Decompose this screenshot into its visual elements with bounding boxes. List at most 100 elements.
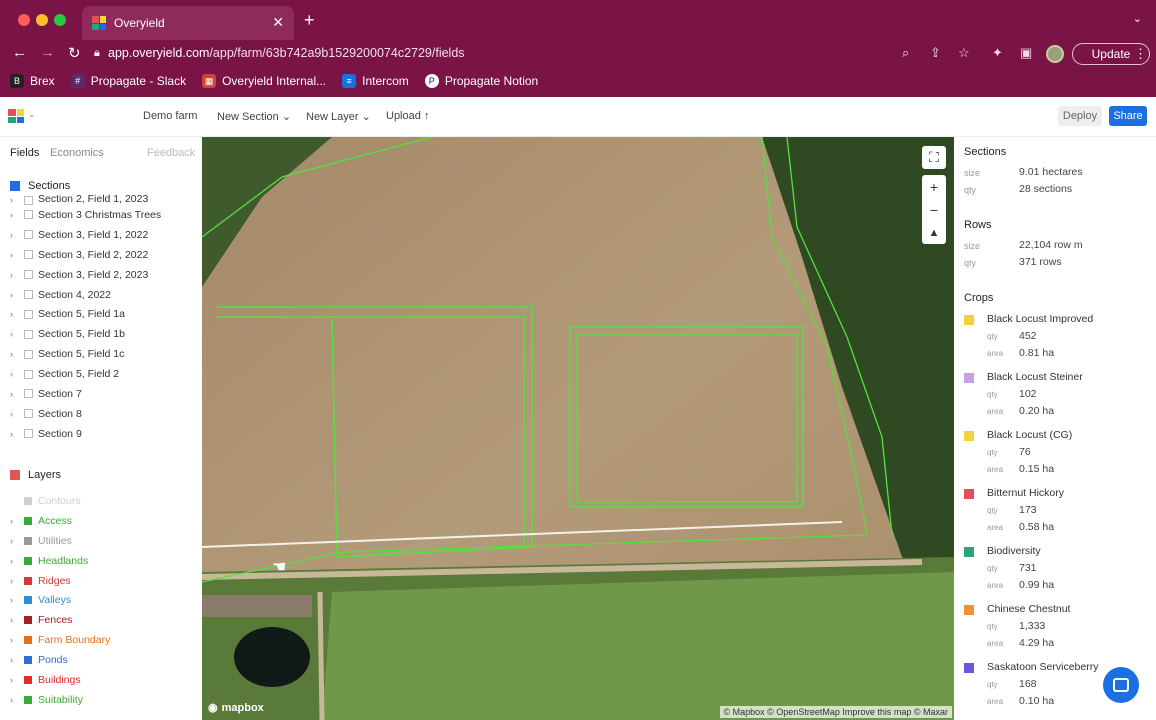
- section-list-item[interactable]: › Section 3, Field 2, 2022: [10, 245, 200, 265]
- layer-color-swatch[interactable]: [24, 536, 32, 545]
- section-checkbox[interactable]: [24, 409, 33, 419]
- layer-list-item[interactable]: › Access: [10, 511, 200, 531]
- section-checkbox[interactable]: [24, 290, 33, 299]
- section-checkbox[interactable]: [24, 230, 33, 240]
- bookmark-intercom[interactable]: ≡ Intercom: [342, 74, 409, 88]
- map-canvas[interactable]: [202, 137, 954, 720]
- layer-color-swatch[interactable]: [24, 556, 32, 565]
- chevron-right-icon[interactable]: ›: [10, 675, 24, 685]
- chevron-right-icon[interactable]: ›: [10, 595, 24, 605]
- section-list-item[interactable]: › Section 5, Field 1c: [10, 344, 200, 364]
- layer-list-item[interactable]: › Buildings: [10, 670, 200, 690]
- layer-color-swatch[interactable]: [24, 636, 32, 645]
- layer-list-item[interactable]: › Ridges: [10, 571, 200, 591]
- section-list-item[interactable]: › Section 3, Field 2, 2023: [10, 265, 200, 285]
- chevron-right-icon[interactable]: ›: [10, 210, 24, 220]
- layer-color-swatch[interactable]: [24, 675, 32, 684]
- layer-list-item[interactable]: › Utilities: [10, 531, 200, 551]
- chevron-right-icon[interactable]: ›: [10, 409, 24, 419]
- zoom-out-icon[interactable]: −: [922, 198, 946, 221]
- chevron-right-icon[interactable]: ›: [10, 556, 24, 566]
- bookmark-notion[interactable]: P Propagate Notion: [424, 74, 538, 88]
- bookmark-star-icon[interactable]: ☆: [958, 45, 970, 61]
- section-checkbox[interactable]: [24, 349, 33, 359]
- browser-tab[interactable]: Overyield ✕: [82, 6, 294, 40]
- chevron-right-icon[interactable]: ›: [10, 369, 24, 379]
- section-list-item[interactable]: › Section 8: [10, 404, 200, 424]
- new-layer-dropdown[interactable]: New Layer ⌄: [306, 110, 371, 123]
- chevron-right-icon[interactable]: ›: [10, 695, 24, 705]
- browser-menu-icon[interactable]: ⋮: [1134, 46, 1147, 62]
- section-list-item[interactable]: › Section 3, Field 1, 2022: [10, 225, 200, 245]
- layer-color-swatch[interactable]: [24, 695, 32, 704]
- section-checkbox[interactable]: [24, 250, 33, 260]
- layer-list-item[interactable]: › Valleys: [10, 590, 200, 610]
- section-list-item[interactable]: › Section 7: [10, 384, 200, 404]
- section-checkbox[interactable]: [24, 329, 33, 339]
- layer-list-item[interactable]: Contours: [10, 491, 200, 511]
- satellite-map[interactable]: ◉ mapbox © Mapbox © OpenStreetMap Improve…: [202, 137, 954, 720]
- layers-checkbox[interactable]: [10, 470, 20, 480]
- reload-icon[interactable]: ↻: [68, 44, 81, 62]
- section-list-item[interactable]: › Section 5, Field 1b: [10, 324, 200, 344]
- new-section-dropdown[interactable]: New Section ⌄: [217, 110, 291, 123]
- share-button[interactable]: Share: [1109, 106, 1147, 126]
- layer-color-swatch[interactable]: [24, 656, 32, 665]
- bookmark-overyield-internal[interactable]: ▦ Overyield Internal...: [202, 74, 326, 88]
- section-checkbox[interactable]: [24, 196, 33, 205]
- chevron-right-icon[interactable]: ›: [10, 389, 24, 399]
- mapbox-logo[interactable]: ◉ mapbox: [208, 701, 264, 715]
- sections-checkbox[interactable]: [10, 181, 20, 191]
- section-checkbox[interactable]: [24, 369, 33, 379]
- layer-color-swatch[interactable]: [24, 616, 32, 625]
- layer-color-swatch[interactable]: [24, 496, 32, 505]
- layer-list-item[interactable]: › Suitability: [10, 690, 200, 710]
- layer-list-item[interactable]: › Headlands: [10, 551, 200, 571]
- chevron-right-icon[interactable]: ›: [10, 309, 24, 319]
- chevron-right-icon[interactable]: ›: [10, 635, 24, 645]
- layer-list-item[interactable]: › Farm Boundary: [10, 630, 200, 650]
- back-icon[interactable]: ←: [12, 44, 27, 61]
- chevron-right-icon[interactable]: ›: [10, 655, 24, 665]
- section-list-item[interactable]: › Section 4, 2022: [10, 285, 200, 305]
- layer-color-swatch[interactable]: [24, 516, 32, 525]
- logo-menu-chevron-icon[interactable]: ⌄: [28, 109, 36, 120]
- chevron-right-icon[interactable]: ›: [10, 230, 24, 240]
- close-window-button[interactable]: [18, 14, 30, 26]
- layer-color-swatch[interactable]: [24, 576, 32, 585]
- chevron-right-icon[interactable]: ›: [10, 536, 24, 546]
- chevron-right-icon[interactable]: ›: [10, 615, 24, 625]
- section-list-item[interactable]: › Section 9: [10, 424, 200, 444]
- section-checkbox[interactable]: [24, 429, 33, 439]
- bookmark-slack[interactable]: # Propagate - Slack: [70, 74, 186, 88]
- chevron-right-icon[interactable]: ›: [10, 290, 24, 300]
- profile-avatar[interactable]: [1046, 45, 1064, 63]
- layer-color-swatch[interactable]: [24, 596, 32, 605]
- search-icon[interactable]: ⌕: [902, 45, 909, 61]
- section-checkbox[interactable]: [24, 270, 33, 280]
- farm-selector[interactable]: Demo farm: [143, 110, 197, 122]
- tab-menu-chevron-icon[interactable]: ⌄: [1133, 12, 1142, 25]
- tab-feedback[interactable]: Feedback: [147, 147, 195, 159]
- close-tab-icon[interactable]: ✕: [272, 14, 284, 31]
- extensions-puzzle-icon[interactable]: ✦: [992, 45, 1003, 61]
- sidebar-icon[interactable]: ▣: [1020, 45, 1032, 61]
- overyield-logo-icon[interactable]: [8, 109, 24, 123]
- section-list-item[interactable]: › Section 5, Field 2: [10, 364, 200, 384]
- chevron-right-icon[interactable]: ›: [10, 576, 24, 586]
- layer-list-item[interactable]: › Ponds: [10, 650, 200, 670]
- chevron-right-icon[interactable]: ›: [10, 516, 24, 526]
- new-tab-icon[interactable]: +: [304, 10, 315, 31]
- section-checkbox[interactable]: [24, 210, 33, 220]
- compass-icon[interactable]: ▲: [922, 221, 946, 244]
- chevron-right-icon[interactable]: ›: [10, 349, 24, 359]
- forward-icon[interactable]: →: [40, 44, 55, 61]
- chevron-right-icon[interactable]: ›: [10, 429, 24, 439]
- chevron-right-icon[interactable]: ›: [10, 270, 24, 280]
- section-list-item[interactable]: › Section 5, Field 1a: [10, 304, 200, 324]
- fullscreen-control[interactable]: ⛶: [922, 146, 946, 169]
- section-checkbox[interactable]: [24, 389, 33, 399]
- chat-launcher-button[interactable]: [1103, 667, 1139, 703]
- zoom-in-icon[interactable]: +: [922, 175, 946, 198]
- url-field[interactable]: app.overyield.com/app/farm/63b742a9b1529…: [108, 46, 465, 60]
